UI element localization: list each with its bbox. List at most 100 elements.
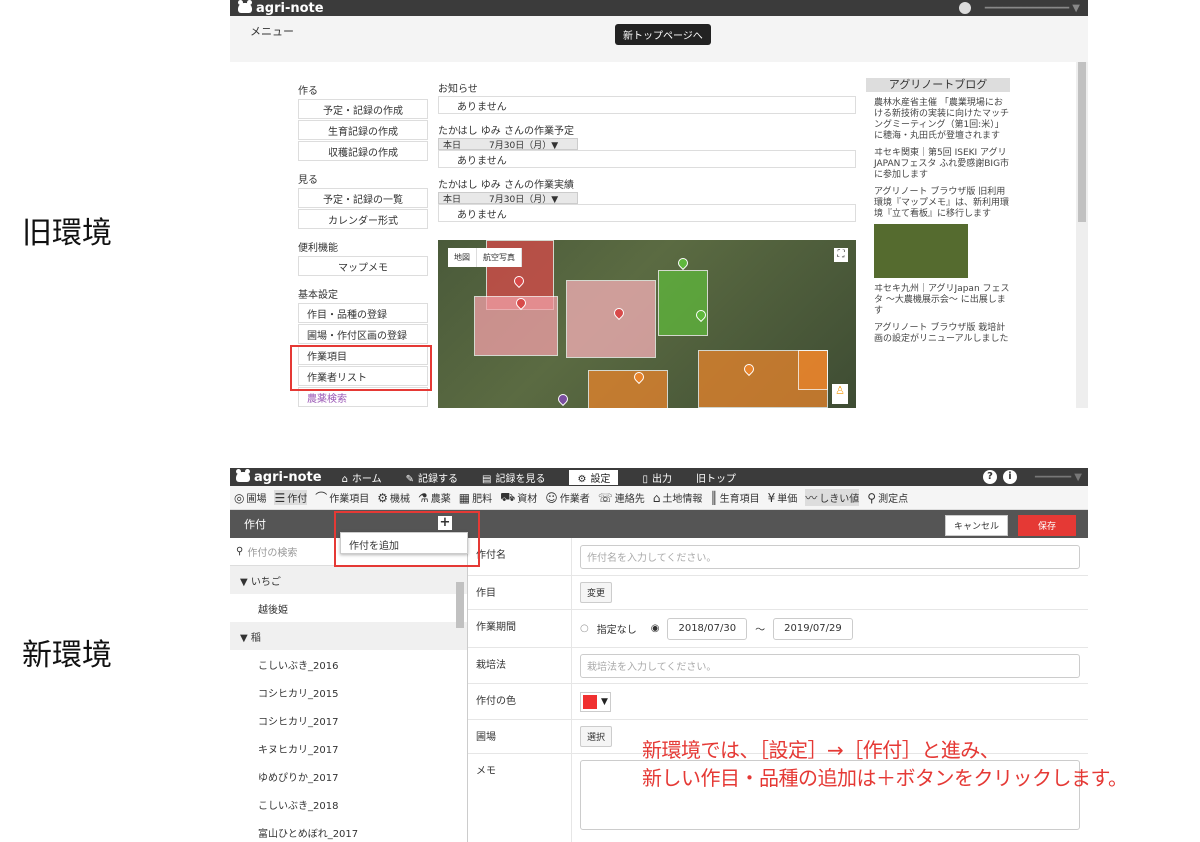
subnav-item-worker[interactable]: ☺ 作業者	[545, 490, 590, 506]
crop-group[interactable]: ▼ いちご	[230, 566, 467, 594]
user-menu[interactable]: ━━━━━━ ▼	[1035, 472, 1082, 483]
pin-icon: ⚲	[867, 490, 877, 505]
map[interactable]: 地図 航空写真 ⛶ ♙	[438, 240, 856, 408]
plan-date-select[interactable]: 本日 7月30日（月）▼	[438, 138, 578, 151]
cancel-button[interactable]: キャンセル	[944, 515, 1008, 536]
field-polygon[interactable]	[658, 270, 708, 336]
list-icon: ☰	[274, 490, 286, 505]
nav-gear[interactable]: ⚙ 設定	[569, 469, 619, 485]
gear-icon: ⚙	[577, 473, 587, 485]
change-crop-button[interactable]: 変更	[580, 582, 613, 603]
end-date-input[interactable]: 2019/07/29	[773, 617, 853, 640]
crop-item[interactable]: 越後姫	[230, 594, 467, 622]
memo-label: メモ	[468, 754, 572, 842]
user-menu[interactable]: ━━━━━━━━━━━━━━ ▼	[985, 3, 1080, 14]
field-polygon[interactable]	[588, 370, 668, 408]
map-tab-aerial[interactable]: 航空写真	[477, 248, 522, 267]
info-icon[interactable]: i	[1003, 470, 1017, 484]
subnav-item-flask[interactable]: ⚗ 農薬	[418, 490, 451, 506]
subnav-item-location[interactable]: ◎ 圃場	[234, 490, 266, 506]
period-none-label: 指定なし	[596, 625, 637, 636]
field-polygon[interactable]	[566, 280, 656, 358]
method-input[interactable]: 栽培法を入力してください。	[580, 653, 1080, 678]
subnav-item-cart[interactable]: ⛟ 資材	[500, 490, 537, 506]
menu-label[interactable]: メニュー	[250, 23, 294, 39]
map-pin-icon[interactable]	[675, 255, 691, 271]
field-polygon[interactable]	[798, 350, 828, 390]
nav-book[interactable]: ▤ 記録を見る	[482, 470, 545, 485]
settings-subnav: ◎ 圃場 ☰ 作付 ⌒ 作業項目 ⚙ 機械 ⚗ 農薬 ▦ 肥料 ⛟ 資材 ☺ 作業者 ☏ 連絡先 ⌂ 土地情報 ║ 生育項…	[230, 486, 1088, 510]
subnav-item-yen[interactable]: ¥ 単価	[767, 490, 798, 506]
blog-item[interactable]: ヰセキ九州｜アグリJapan フェスタ 〜大農機展示会〜 に出展します	[866, 284, 1010, 317]
subnav-label: しきい値	[819, 494, 860, 505]
subnav-item-hoe[interactable]: ⌒ 作業項目	[315, 489, 369, 506]
blog-item[interactable]: アグリノート ブラウザ版 旧利用環境『マップメモ』は、新利用環境『立て看板』に移…	[866, 187, 1010, 220]
subnav-label: 連絡先	[614, 494, 645, 505]
nav-home[interactable]: ⌂ ホーム	[342, 470, 382, 485]
save-button[interactable]: 保存	[1017, 515, 1076, 536]
start-date-input[interactable]: 2018/07/30	[667, 617, 748, 640]
logo[interactable]: agri-note	[238, 0, 324, 16]
subnav-item-pin[interactable]: ⚲ 測定点	[867, 490, 908, 506]
period-label: 作業期間	[468, 610, 572, 647]
menu-item[interactable]: 生育記録の作成	[298, 120, 428, 140]
nav-none[interactable]: 旧トップ	[696, 470, 736, 485]
menu-item[interactable]: マップメモ	[298, 256, 428, 276]
yen-icon: ¥	[767, 490, 776, 505]
subnav-label: 農薬	[430, 494, 451, 505]
crop-group[interactable]: ▼ 稲	[230, 622, 467, 650]
new-top-button[interactable]: 新トップページへ	[615, 24, 711, 45]
section-heading: 見る	[298, 175, 318, 186]
menu-item[interactable]: 予定・記録の一覧	[298, 188, 428, 208]
select-field-button[interactable]: 選択	[580, 726, 613, 747]
blog-item[interactable]: 農林水産省主催 「農業現場における新技術の実装に向けたマッチングミーティング（第…	[866, 98, 1010, 142]
fullscreen-icon[interactable]: ⛶	[834, 248, 848, 262]
street-view-icon[interactable]: ♙	[832, 384, 848, 404]
map-pin-icon[interactable]	[555, 391, 571, 407]
crop-item[interactable]: コシヒカリ_2015	[230, 678, 467, 706]
nav-file[interactable]: ▯ 出力	[642, 470, 672, 485]
list-scrollbar[interactable]	[456, 582, 464, 628]
subnav-item-phone[interactable]: ☏ 連絡先	[597, 490, 645, 506]
crop-item[interactable]: 富山ひとめぼれ_2017	[230, 818, 467, 842]
blog-thumbnail[interactable]	[874, 224, 968, 278]
nav-pencil[interactable]: ✎ 記録する	[406, 470, 458, 485]
crop-name-input[interactable]: 作付名を入力してください。	[580, 544, 1080, 569]
menu-item[interactable]: 予定・記録の作成	[298, 99, 428, 119]
crop-item[interactable]: キヌヒカリ_2017	[230, 734, 467, 762]
subnav-item-fertilizer[interactable]: ▦ 肥料	[459, 490, 492, 506]
land-icon: ⌂	[652, 490, 661, 505]
record-value: ありません	[438, 204, 856, 222]
flask-icon: ⚗	[418, 490, 429, 505]
crop-item[interactable]: コシヒカリ_2017	[230, 706, 467, 734]
radio-range[interactable]: ◉	[651, 623, 660, 634]
user-circle-icon[interactable]	[958, 2, 971, 14]
map-tab-map[interactable]: 地図	[448, 248, 477, 267]
subnav-item-land[interactable]: ⌂ 土地情報	[652, 490, 703, 506]
menu-item[interactable]: 作目・品種の登録	[298, 303, 428, 323]
blog-item[interactable]: ヰセキ関東｜第5回 ISEKI アグリJAPANフェスタ ふれ愛感謝BIG市 に…	[866, 148, 1010, 181]
menu-item[interactable]: 収穫記録の作成	[298, 141, 428, 161]
crop-item[interactable]: ゆめぴりか_2017	[230, 762, 467, 790]
logo[interactable]: agri-note	[236, 469, 322, 485]
subnav-item-growth[interactable]: ║ 生育項目	[710, 490, 759, 506]
menu-item[interactable]: カレンダー形式	[298, 209, 428, 229]
help-icon[interactable]: ?	[983, 470, 997, 484]
crop-item[interactable]: こしいぶき_2016	[230, 650, 467, 678]
subnav-item-threshold[interactable]: 〰しきい値	[805, 489, 860, 506]
color-picker[interactable]: ▼	[580, 691, 611, 712]
menu-item[interactable]: 圃場・作付区画の登録	[298, 324, 428, 344]
old-center: お知らせ ありません たかはし ゆみ さんの作業予定 本日 7月30日（月）▼ あ…	[438, 78, 856, 226]
subnav-item-list[interactable]: ☰ 作付	[274, 490, 308, 505]
subnav-item-tractor[interactable]: ⚙ 機械	[377, 490, 410, 506]
name-label: 作付名	[468, 538, 572, 575]
subnav-label: 作業者	[559, 494, 590, 505]
record-date-select[interactable]: 本日 7月30日（月）▼	[438, 192, 578, 205]
crop-item[interactable]: こしいぶき_2018	[230, 790, 467, 818]
radio-none[interactable]: ○	[580, 623, 589, 634]
record-heading: たかはし ゆみ さんの作業実績	[438, 180, 574, 191]
blog-item[interactable]: アグリノート ブラウザ版 栽培計画の設定がリニューアルしました	[866, 323, 1010, 345]
phone-icon: ☏	[597, 490, 613, 505]
old-scrollbar[interactable]	[1076, 62, 1088, 408]
home-icon: ⌂	[341, 473, 348, 485]
